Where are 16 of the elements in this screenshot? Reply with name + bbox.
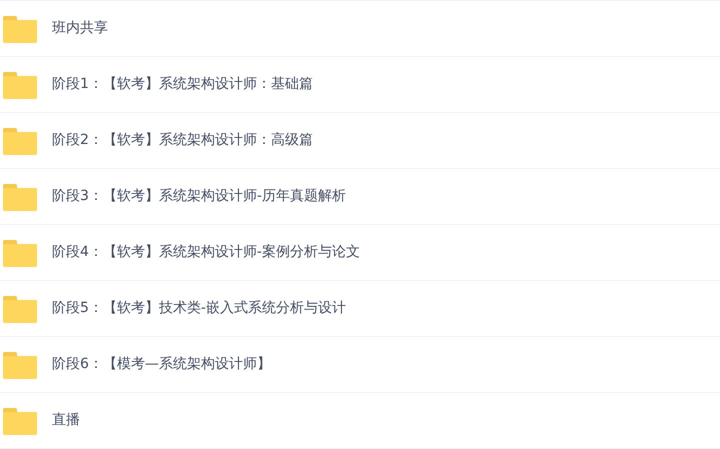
folder-icon <box>3 352 37 378</box>
folder-icon <box>3 296 37 322</box>
folder-name[interactable]: 阶段2：【软考】系统架构设计师：高级篇 <box>52 130 313 151</box>
folder-icon <box>3 128 37 154</box>
folder-name[interactable]: 阶段5：【软考】技术类-嵌入式系统分析与设计 <box>52 298 346 319</box>
folder-name[interactable]: 阶段4：【软考】系统架构设计师-案例分析与论文 <box>52 242 360 263</box>
folder-icon <box>3 408 37 434</box>
folder-name[interactable]: 阶段3：【软考】系统架构设计师-历年真题解析 <box>52 186 346 207</box>
folder-icon <box>3 184 37 210</box>
folder-name[interactable]: 阶段6：【模考—系统架构设计师】 <box>52 354 271 375</box>
folder-name[interactable]: 直播 <box>52 410 80 431</box>
folder-name[interactable]: 班内共享 <box>52 18 108 39</box>
folder-icon <box>3 16 37 42</box>
folder-name[interactable]: 阶段1：【软考】系统架构设计师：基础篇 <box>52 74 313 95</box>
folder-icon <box>3 240 37 266</box>
folder-icon <box>3 72 37 98</box>
